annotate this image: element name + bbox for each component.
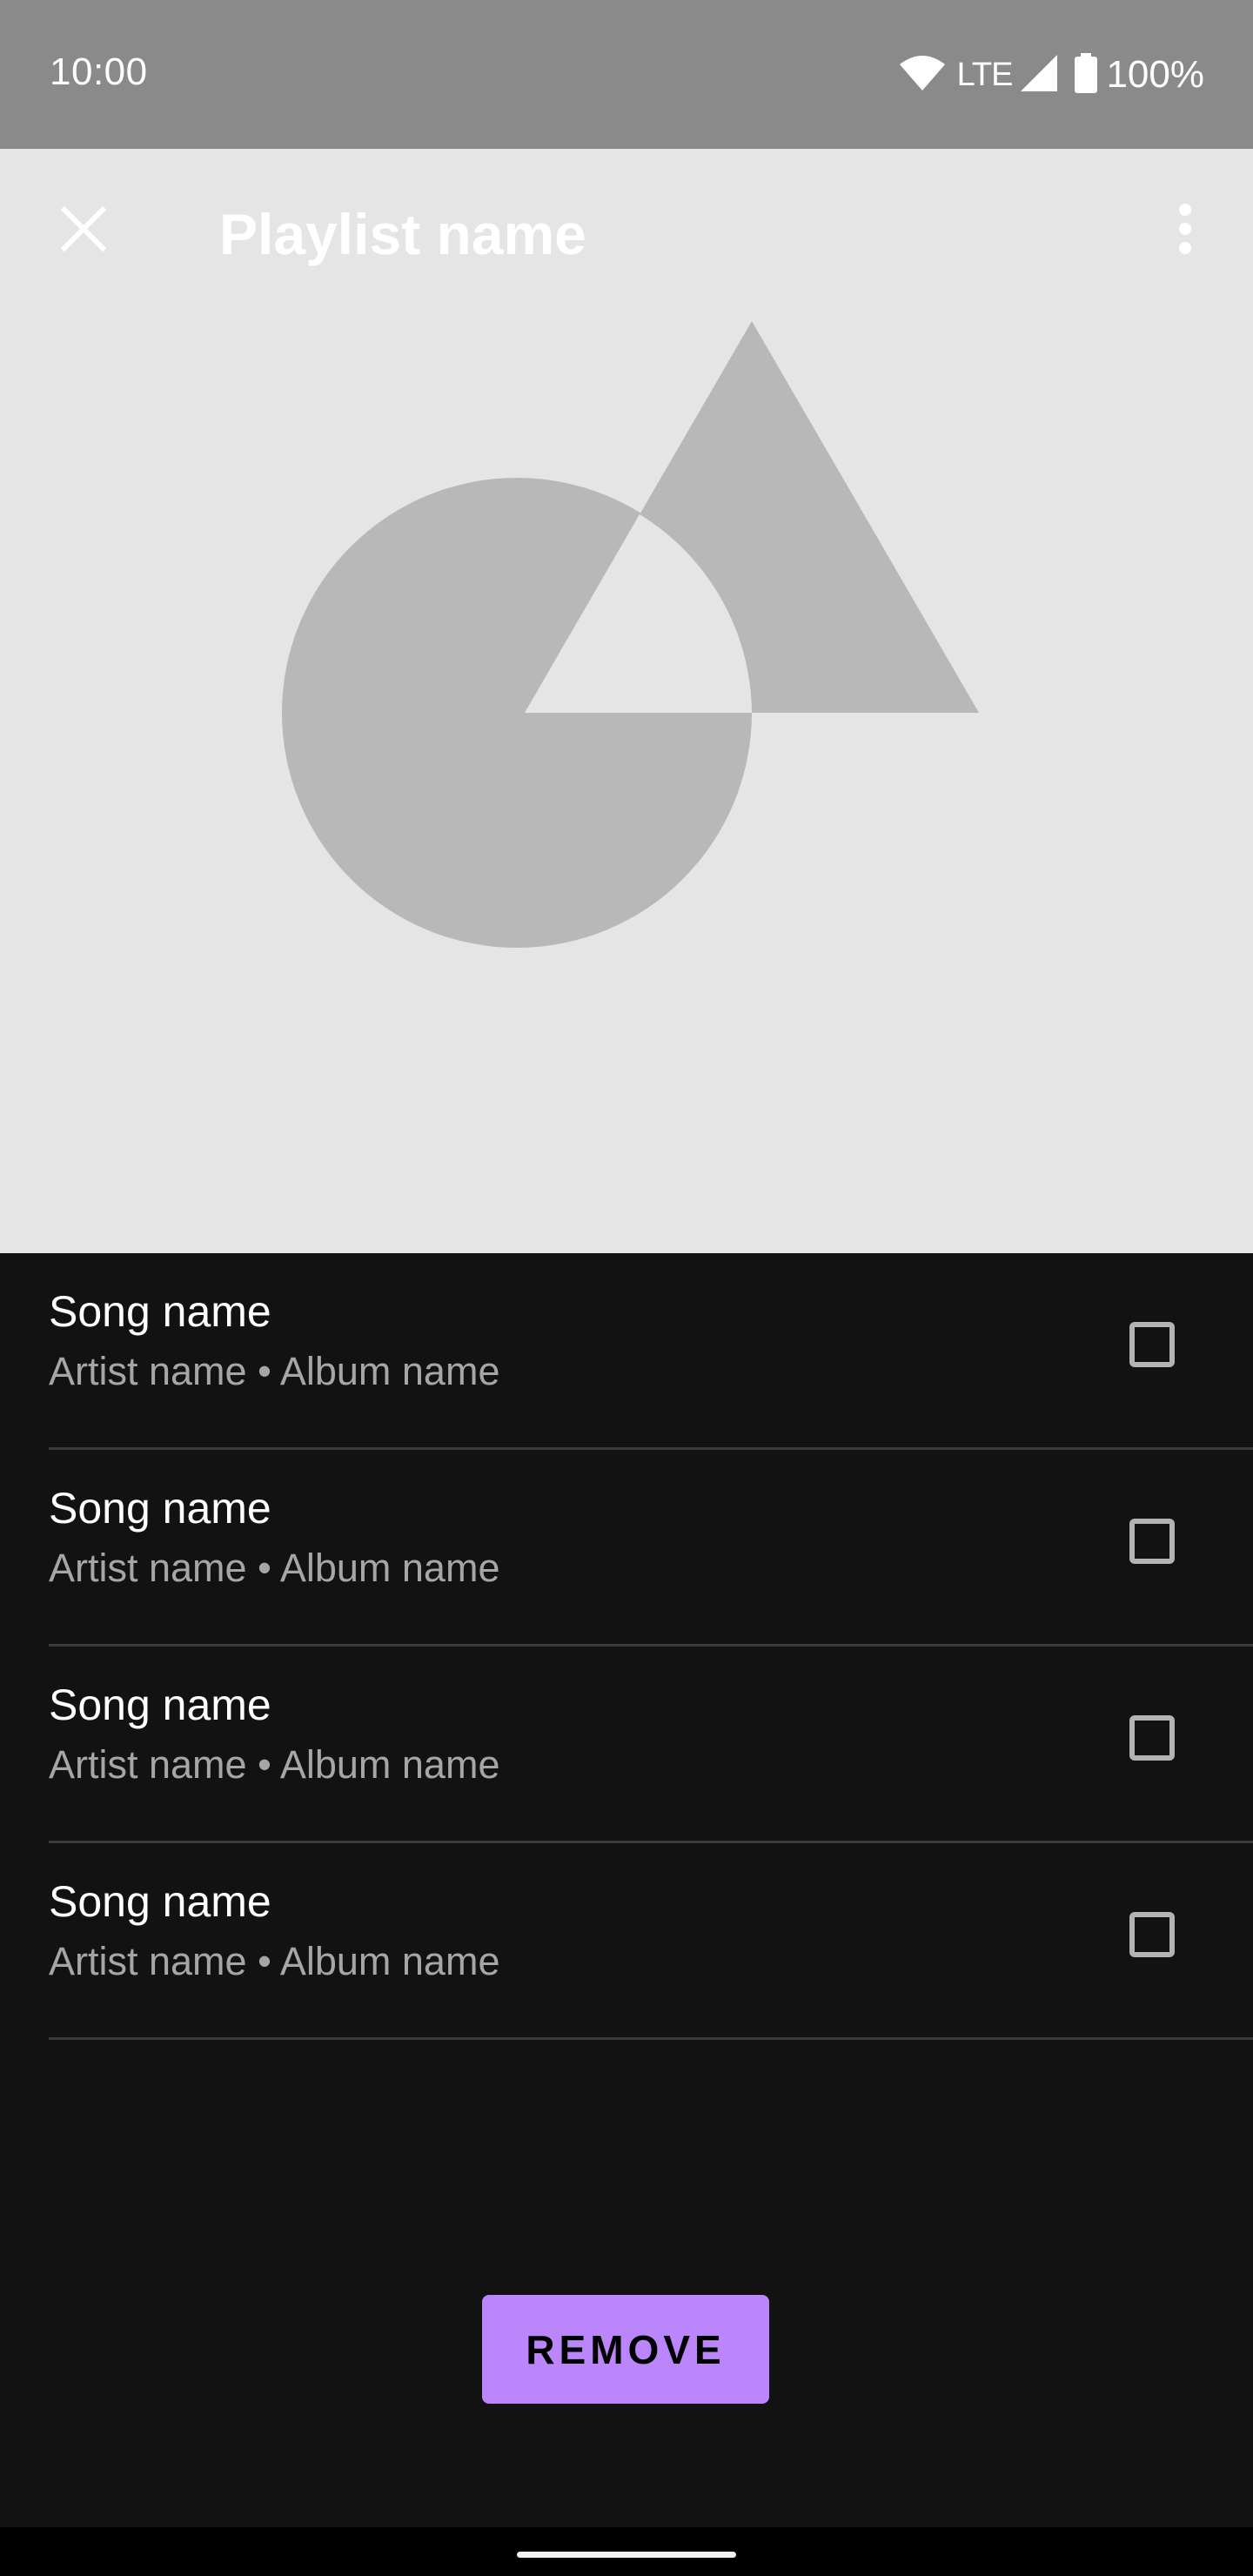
close-icon <box>60 205 107 256</box>
song-checkbox[interactable] <box>1129 1322 1175 1367</box>
song-list-item[interactable]: Song name Artist name • Album name <box>49 1253 1253 1450</box>
song-list-item[interactable]: Song name Artist name • Album name <box>49 1843 1253 2040</box>
network-type: LTE <box>956 56 1014 93</box>
home-gesture-handle[interactable] <box>517 2552 736 2558</box>
song-title: Song name <box>49 1287 271 1336</box>
close-button[interactable] <box>49 196 118 265</box>
status-bar: 10:00 LTE 100% <box>0 0 1253 149</box>
song-title: Song name <box>49 1680 271 1729</box>
song-checkbox[interactable] <box>1129 1519 1175 1564</box>
playlist-title: Playlist name <box>219 202 586 266</box>
remove-button[interactable]: REMOVE <box>482 2295 769 2404</box>
song-title: Song name <box>49 1877 271 1926</box>
song-checkbox[interactable] <box>1129 1912 1175 1957</box>
song-list: Song name Artist name • Album name Song … <box>0 1253 1253 2040</box>
song-subtitle: Artist name • Album name <box>49 1742 500 1787</box>
playlist-artwork <box>282 321 979 948</box>
status-time: 10:00 <box>50 50 148 93</box>
song-list-item[interactable]: Song name Artist name • Album name <box>49 1647 1253 1843</box>
playlist-header: Playlist name <box>0 149 1253 1253</box>
navigation-bar <box>0 2527 1253 2576</box>
song-checkbox[interactable] <box>1129 1715 1175 1761</box>
wifi-icon <box>898 54 947 97</box>
battery-icon <box>1075 52 1098 97</box>
song-title: Song name <box>49 1484 271 1533</box>
more-vert-icon <box>1178 203 1192 259</box>
cell-signal-icon <box>1019 53 1059 97</box>
song-subtitle: Artist name • Album name <box>49 1349 500 1393</box>
song-subtitle: Artist name • Album name <box>49 1939 500 1983</box>
more-options-button[interactable] <box>1150 196 1220 265</box>
status-icons: LTE 100% <box>898 50 1204 99</box>
song-subtitle: Artist name • Album name <box>49 1546 500 1590</box>
battery-percent: 100% <box>1106 53 1204 96</box>
song-list-item[interactable]: Song name Artist name • Album name <box>49 1450 1253 1647</box>
